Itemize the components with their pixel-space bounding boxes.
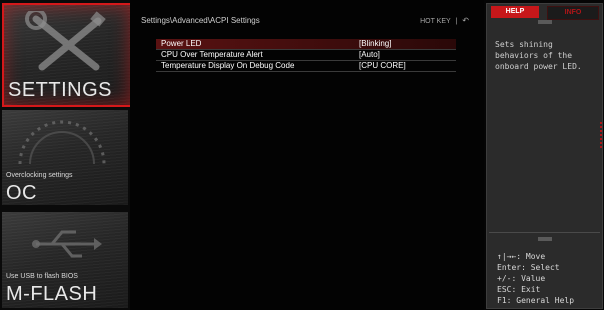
- grip-icon[interactable]: [538, 237, 552, 241]
- setting-name: Power LED: [161, 39, 202, 48]
- help-description: Sets shining behaviors of the onboard po…: [495, 40, 582, 71]
- key-hint: +/-: Value: [497, 274, 546, 283]
- grip-icon[interactable]: [538, 20, 552, 24]
- scrollbar[interactable]: [600, 122, 602, 150]
- nav-oc-subtitle: Overclocking settings: [6, 172, 73, 179]
- setting-row-cpu-over-temp-alert[interactable]: CPU Over Temperature Alert [Auto]: [156, 50, 456, 61]
- help-divider: [489, 232, 600, 233]
- nav-mflash-title: M-FLASH: [6, 283, 98, 305]
- key-hint: Enter: Select: [497, 263, 560, 272]
- usb-icon: [32, 230, 102, 258]
- nav-tile-settings[interactable]: SETTINGS: [2, 3, 132, 107]
- breadcrumb: Settings\Advanced\ACPI Settings: [141, 16, 260, 25]
- setting-name: Temperature Display On Debug Code: [161, 61, 295, 70]
- setting-value[interactable]: [Auto]: [359, 50, 380, 60]
- nav-tile-mflash[interactable]: Use USB to flash BIOS M-FLASH: [2, 212, 128, 308]
- key-legend: ↑|→←: Move Enter: Select +/-: Value ESC:…: [497, 251, 574, 306]
- settings-list: Power LED [Blinking] CPU Over Temperatur…: [156, 39, 456, 72]
- hotkey-label: HOT KEY: [420, 18, 451, 25]
- setting-name: CPU Over Temperature Alert: [161, 50, 263, 59]
- back-arrow-icon[interactable]: ↶: [462, 16, 469, 25]
- gauge-icon: [18, 120, 106, 165]
- bios-screen: SETTINGS Overclocking settings OC Use US…: [0, 0, 604, 310]
- main-content: Settings\Advanced\ACPI Settings HOT KEY …: [130, 0, 484, 310]
- nav-oc-title: OC: [6, 182, 37, 204]
- tab-info[interactable]: INFO: [547, 6, 599, 20]
- nav-settings-title: SETTINGS: [8, 79, 113, 101]
- key-hint: F1: General Help: [497, 296, 575, 305]
- left-nav: SETTINGS Overclocking settings OC Use US…: [0, 0, 132, 310]
- setting-value[interactable]: [CPU CORE]: [359, 61, 406, 71]
- setting-value[interactable]: [Blinking]: [359, 39, 391, 49]
- tab-help[interactable]: HELP: [491, 6, 539, 18]
- hotkey-bar[interactable]: HOT KEY | ↶: [420, 16, 469, 25]
- key-hint: ESC: Exit: [497, 285, 541, 294]
- help-panel: HELP INFO Sets shining behaviors of the …: [486, 3, 603, 309]
- tools-wrench-screwdriver-icon: [25, 11, 106, 71]
- setting-row-temp-display-debug[interactable]: Temperature Display On Debug Code [CPU C…: [156, 61, 456, 72]
- hotkey-separator: |: [455, 18, 458, 25]
- setting-row-power-led[interactable]: Power LED [Blinking]: [156, 39, 456, 50]
- nav-tile-oc[interactable]: Overclocking settings OC: [2, 110, 128, 205]
- key-hint: ↑|→←: Move: [497, 252, 546, 261]
- help-tabs: HELP INFO: [487, 4, 602, 20]
- nav-mflash-subtitle: Use USB to flash BIOS: [6, 273, 78, 280]
